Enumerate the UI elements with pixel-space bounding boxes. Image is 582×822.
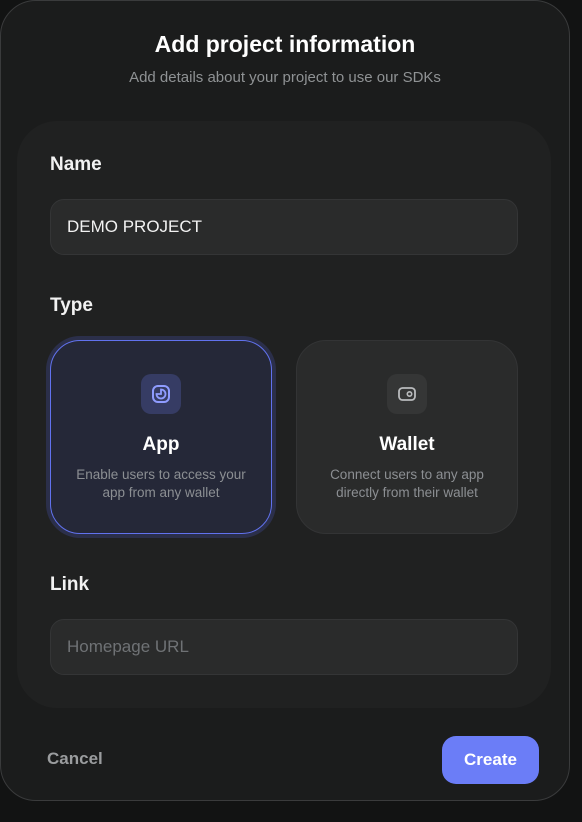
cancel-button[interactable]: Cancel xyxy=(31,735,119,783)
homepage-url-input[interactable] xyxy=(50,619,518,675)
form-panel: Name Type App Enable users to access you… xyxy=(17,121,551,708)
create-button[interactable]: Create xyxy=(442,736,539,784)
type-option-app[interactable]: App Enable users to access your app from… xyxy=(50,340,272,534)
add-project-dialog: Add project information Add details abou… xyxy=(0,0,570,801)
type-option-description: Connect users to any app directly from t… xyxy=(330,467,484,500)
wallet-icon xyxy=(387,374,427,414)
app-icon xyxy=(141,374,181,414)
type-option-wallet[interactable]: Wallet Connect users to any app directly… xyxy=(296,340,518,534)
dialog-subtitle: Add details about your project to use ou… xyxy=(129,69,441,86)
dialog-title: Add project information xyxy=(154,31,416,57)
name-input[interactable] xyxy=(50,199,518,255)
type-option-title: App xyxy=(142,434,180,455)
link-label: Link xyxy=(50,574,90,595)
type-label: Type xyxy=(50,295,93,316)
name-label: Name xyxy=(50,154,102,175)
type-option-title: Wallet xyxy=(379,434,435,455)
type-option-description: Enable users to access your app from any… xyxy=(76,467,246,500)
